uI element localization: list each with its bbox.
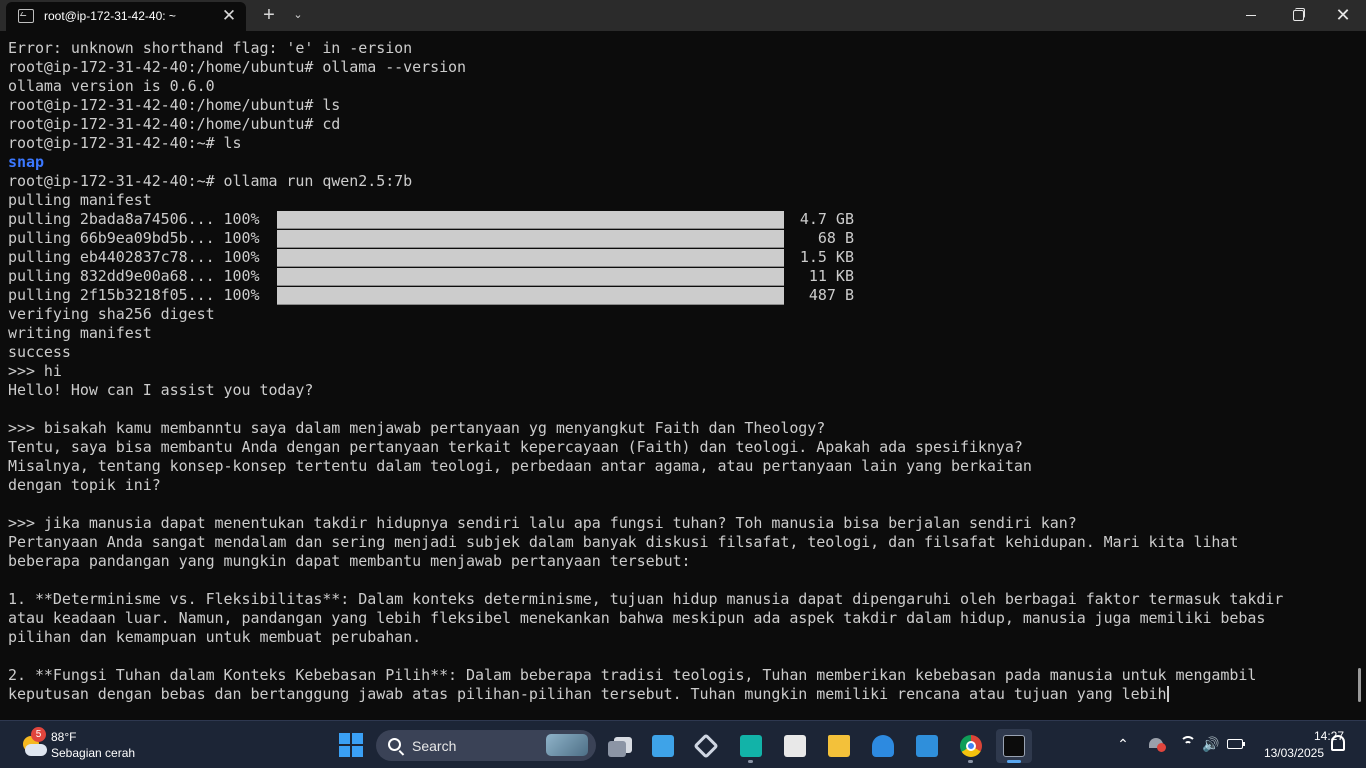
tab-close-icon[interactable]: ✕ — [218, 5, 240, 27]
terminal-line: >>> hi — [8, 362, 62, 380]
virtualbox-icon[interactable] — [688, 729, 724, 763]
clock-date[interactable]: 13/03/2025 — [1250, 746, 1324, 760]
download-progress-bar — [277, 248, 784, 267]
task-view-icon[interactable] — [602, 729, 638, 763]
cloud-app-icon[interactable] — [865, 729, 901, 763]
close-window-button[interactable]: ✕ — [1320, 0, 1366, 31]
terminal-line: snap — [8, 153, 44, 171]
terminal-line: dengan topik ini? — [8, 476, 161, 494]
terminal-tab[interactable]: root@ip-172-31-42-40: ~ ✕ — [6, 2, 246, 31]
network-error-icon[interactable] — [1147, 733, 1167, 755]
download-size: 4.7 GB — [799, 210, 854, 228]
taskbar: 5 88°F Sebagian cerah Search ⌃ 🔊 14:27 1… — [0, 720, 1366, 768]
power-automate-icon[interactable] — [733, 729, 769, 763]
wifi-icon[interactable] — [1178, 733, 1198, 755]
terminal-line: writing manifest — [8, 324, 152, 342]
start-button[interactable] — [339, 733, 363, 757]
store-app-icon[interactable] — [777, 729, 813, 763]
terminal-line: root@ip-172-31-42-40:/home/ubuntu# ls — [8, 96, 341, 114]
weather-description: Sebagian cerah — [51, 746, 136, 760]
maximize-button[interactable] — [1274, 0, 1320, 31]
title-bar: root@ip-172-31-42-40: ~ ✕ + ⌄ ✕ — [0, 0, 1366, 31]
search-label: Search — [412, 738, 457, 754]
taskbar-search-box[interactable]: Search — [376, 730, 596, 761]
terminal-line: >>> jika manusia dapat menentukan takdir… — [8, 514, 1077, 532]
terminal-line: success — [8, 343, 71, 361]
terminal-line: beberapa pandangan yang mungkin dapat me… — [8, 552, 691, 570]
terminal-line: 1. **Determinisme vs. Fleksibilitas**: D… — [8, 590, 1284, 608]
terminal-line: atau keadaan luar. Namun, pandangan yang… — [8, 609, 1266, 627]
weather-temperature: 88°F — [51, 730, 77, 744]
scrollbar-thumb[interactable] — [1358, 668, 1361, 702]
screenshot-tool-icon[interactable] — [645, 729, 681, 763]
battery-icon[interactable] — [1226, 733, 1246, 755]
tab-dropdown-chevron-icon[interactable]: ⌄ — [286, 0, 310, 31]
terminal-line: Pertanyaan Anda sangat mendalam dan seri… — [8, 533, 1239, 551]
terminal-line: Error: unknown shorthand flag: 'e' in -e… — [8, 39, 413, 57]
download-progress-bar — [277, 286, 784, 305]
text-cursor — [1166, 686, 1169, 702]
chrome-icon[interactable] — [953, 729, 989, 763]
minimize-button[interactable] — [1228, 0, 1274, 31]
download-size: 487 B — [808, 286, 854, 304]
terminal-line: ollama version is 0.6.0 — [8, 77, 215, 95]
terminal-output[interactable]: Error: unknown shorthand flag: 'e' in -e… — [0, 31, 1366, 720]
speaker-icon[interactable]: 🔊 — [1201, 733, 1221, 755]
terminal-line: Misalnya, tentang konsep-konsep tertentu… — [8, 457, 1032, 475]
download-progress-bar — [277, 229, 784, 248]
tray-overflow-chevron-icon[interactable]: ⌃ — [1113, 733, 1133, 755]
terminal-line: 2. **Fungsi Tuhan dalam Konteks Kebebasa… — [8, 666, 1257, 684]
terminal-line: pulling manifest — [8, 191, 152, 209]
terminal-line: root@ip-172-31-42-40:/home/ubuntu# ollam… — [8, 58, 467, 76]
terminal-line: root@ip-172-31-42-40:~# ls — [8, 134, 242, 152]
terminal-taskbar-icon[interactable] — [996, 729, 1032, 763]
terminal-line: keputusan dengan bebas dan bertanggung j… — [8, 685, 1169, 703]
search-highlight-image — [546, 734, 588, 756]
download-progress-bar — [277, 210, 784, 229]
new-tab-button[interactable]: + — [256, 0, 282, 31]
download-size: 68 B — [817, 229, 854, 247]
terminal-line: pilihan dan kemampuan untuk membuat peru… — [8, 628, 422, 646]
download-size: 11 KB — [808, 267, 854, 285]
tab-title: root@ip-172-31-42-40: ~ — [44, 9, 176, 23]
terminal-line: >>> bisakah kamu membanntu saya dalam me… — [8, 419, 826, 437]
terminal-line: root@ip-172-31-42-40:/home/ubuntu# cd — [8, 115, 341, 133]
file-explorer-icon[interactable] — [821, 729, 857, 763]
search-icon — [388, 738, 401, 751]
terminal-icon — [18, 9, 34, 23]
weather-badge: 5 — [31, 727, 46, 742]
terminal-line: verifying sha256 digest — [8, 305, 215, 323]
notification-bell-icon[interactable] — [1331, 735, 1345, 751]
terminal-line: root@ip-172-31-42-40:~# ollama run qwen2… — [8, 172, 413, 190]
terminal-lines: Error: unknown shorthand flag: 'e' in -e… — [8, 39, 1348, 704]
download-size: 1.5 KB — [799, 248, 854, 266]
terminal-line: Hello! How can I assist you today? — [8, 381, 314, 399]
weather-widget[interactable]: 5 88°F Sebagian cerah — [14, 727, 154, 763]
vscode-icon[interactable] — [909, 729, 945, 763]
download-progress-bar — [277, 267, 784, 286]
terminal-line: Tentu, saya bisa membantu Anda dengan pe… — [8, 438, 1023, 456]
